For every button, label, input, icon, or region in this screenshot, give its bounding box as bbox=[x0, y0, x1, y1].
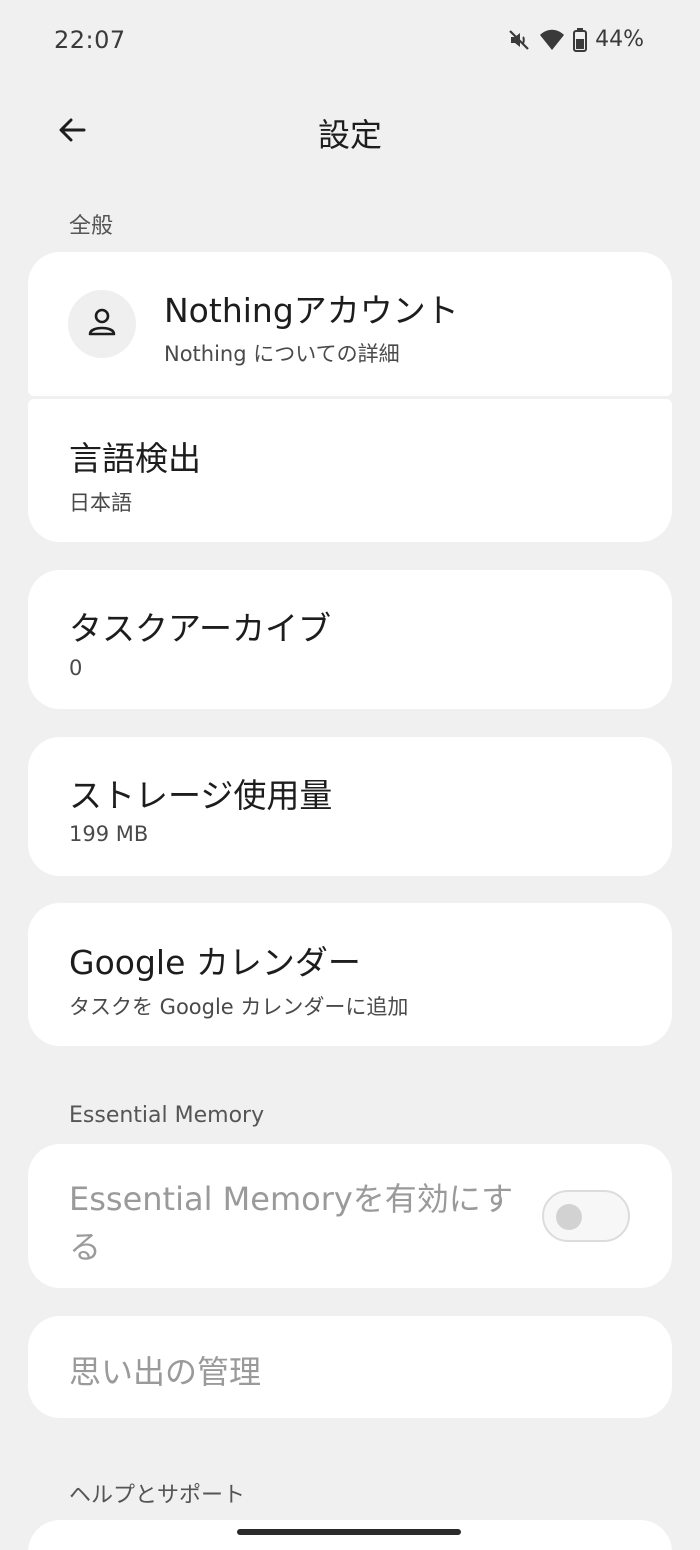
home-indicator[interactable] bbox=[237, 1529, 461, 1535]
person-icon bbox=[85, 305, 119, 343]
google-calendar-row[interactable]: Google カレンダー タスクを Google カレンダーに追加 bbox=[28, 903, 672, 1046]
account-row[interactable]: Nothingアカウント Nothing についての詳細 bbox=[28, 252, 672, 396]
section-label-general: 全般 bbox=[69, 214, 114, 239]
account-title: Nothingアカウント bbox=[164, 291, 459, 330]
manage-memories-row[interactable]: 思い出の管理 bbox=[28, 1316, 672, 1418]
toggle-knob bbox=[556, 1204, 582, 1230]
status-bar: 22:07 44% bbox=[0, 0, 700, 84]
help-card[interactable] bbox=[28, 1520, 672, 1550]
account-subtitle: Nothing についての詳細 bbox=[164, 342, 400, 366]
enable-memory-title-line2: る bbox=[69, 1228, 102, 1266]
archive-subtitle: 0 bbox=[69, 656, 83, 680]
calendar-subtitle: タスクを Google カレンダーに追加 bbox=[69, 995, 409, 1019]
enable-memory-title-line1: Essential Memoryを有効にす bbox=[69, 1180, 514, 1218]
battery-percent: 44% bbox=[595, 27, 644, 52]
enable-memory-row[interactable]: Essential Memoryを有効にす る bbox=[28, 1144, 672, 1288]
archive-title: タスクアーカイブ bbox=[69, 609, 332, 648]
mute-icon bbox=[507, 28, 531, 52]
wifi-icon bbox=[539, 29, 565, 51]
task-archive-row[interactable]: タスクアーカイブ 0 bbox=[28, 570, 672, 709]
status-icons: 44% bbox=[507, 27, 644, 52]
avatar bbox=[68, 290, 136, 358]
language-title: 言語検出 bbox=[69, 439, 201, 478]
enable-memory-toggle[interactable] bbox=[542, 1190, 630, 1242]
manage-memories-title: 思い出の管理 bbox=[69, 1353, 262, 1391]
app-bar: 設定 bbox=[0, 90, 700, 174]
storage-title: ストレージ使用量 bbox=[69, 776, 333, 815]
storage-usage-row[interactable]: ストレージ使用量 199 MB bbox=[28, 737, 672, 876]
language-detection-row[interactable]: 言語検出 日本語 bbox=[28, 399, 672, 542]
section-label-memory: Essential Memory bbox=[69, 1103, 265, 1128]
status-time: 22:07 bbox=[54, 26, 126, 54]
section-label-help: ヘルプとサポート bbox=[69, 1483, 246, 1508]
calendar-title: Google カレンダー bbox=[69, 943, 361, 982]
storage-subtitle: 199 MB bbox=[69, 822, 149, 846]
language-subtitle: 日本語 bbox=[69, 491, 132, 515]
battery-icon bbox=[573, 27, 588, 52]
page-title: 設定 bbox=[317, 116, 382, 154]
